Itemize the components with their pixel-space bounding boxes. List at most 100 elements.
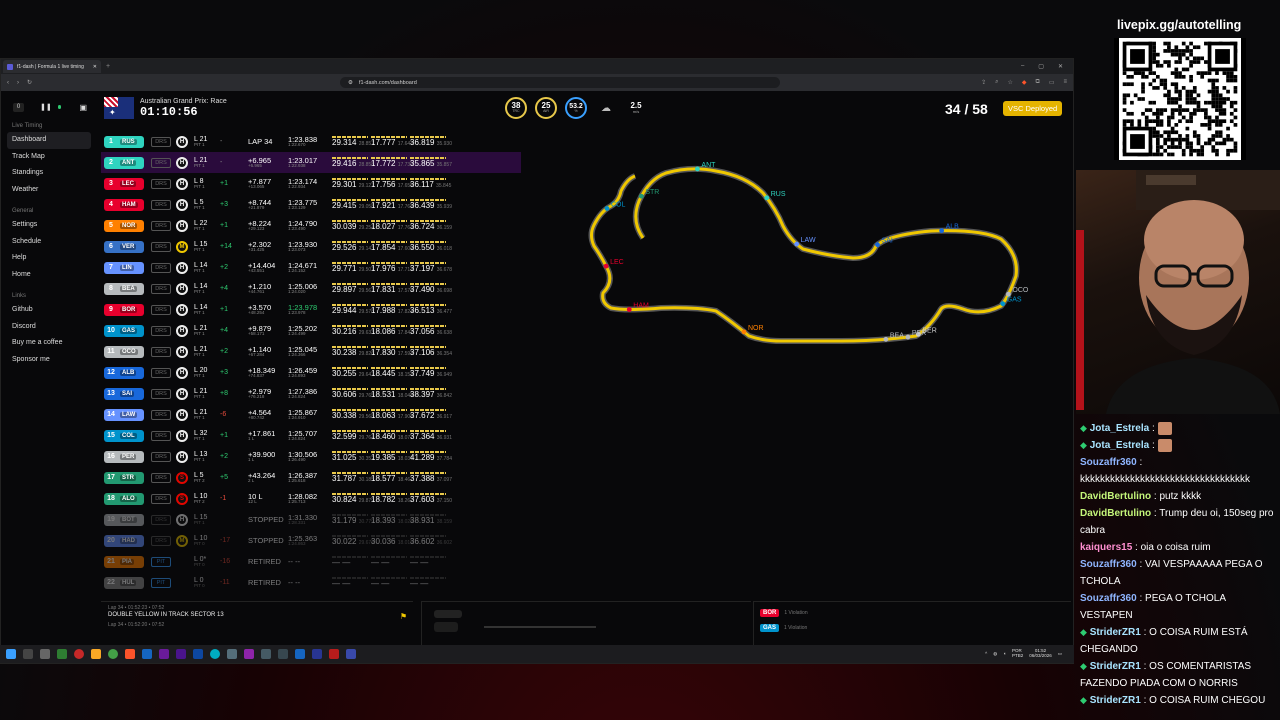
driver-code: LAW [120,411,138,418]
start-icon[interactable] [6,649,16,659]
sector-time: 18.086 17.847 [371,325,413,336]
driver-row[interactable]: 9 BOR DRS H L 14 PIT 1 +1 +3.570 +48.254 1:23.978… [101,299,521,320]
sidebar-item-track-map[interactable]: Track Map [1,149,97,166]
url-field[interactable]: ⚙ f1-dash.com/dashboard [340,77,781,88]
share-icon[interactable]: ⇪ [981,79,986,86]
sector-time: 36.117 35.845 [410,178,452,189]
folder-icon[interactable] [91,649,101,659]
sidebar-item-dashboard[interactable]: Dashboard [7,132,91,149]
driver-row[interactable]: 17 STR DRS S L 5 PIT 2 +5 +43.264 2 L 1:26.387 1:2… [101,467,521,488]
driver-row[interactable]: 1 RUS DRS H L 21 PIT 1 - LAP 34 1:23.838 1:22.670… [101,131,521,152]
positions-gained: -1 [220,495,227,502]
lightroom-icon[interactable] [193,649,203,659]
driver-row[interactable]: 8 BEA DRS H L 14 PIT 1 +4 +1.210 +44.761 1:25.006… [101,278,521,299]
task-view-icon[interactable] [40,649,50,659]
sector-time: 30.022 29.676 [332,535,374,546]
bookmark-icon[interactable]: ☆ [1008,79,1013,86]
race-title: Australian Grand Prix: Race [140,97,227,105]
sidebar-item-buy-me-a-coffee[interactable]: Buy me a coffee [1,335,97,352]
maximize-icon[interactable]: ▢ [1038,63,1044,70]
obs-icon[interactable] [74,649,84,659]
driver-row[interactable]: 22 HUL PIT L 0 PIT 0 -11 RETIRED -- -- — — — — — — [101,572,521,593]
sidebar-item-standings[interactable]: Standings [1,165,97,182]
driver-row[interactable]: 13 SAI DRS H L 21 PIT 1 +8 +2.979 +76.218 1:27.38… [101,383,521,404]
sidebar-item-help[interactable]: Help [1,250,97,267]
driver-row[interactable]: 20 HAD DRS M L 10 PIT 0 -17 STOPPED 1:25.363 1:24… [101,530,521,551]
stint-info: L 5 PIT 1 [194,198,205,210]
drs-indicator: DRS [151,493,171,504]
driver-row[interactable]: 5 NOR DRS H L 22 PIT 1 +1 +8.224 +29.123 1:24.790… [101,215,521,236]
media-encoder-icon[interactable] [176,649,186,659]
menu-icon[interactable]: ≡ [1063,79,1067,86]
audition-icon[interactable] [312,649,322,659]
tray-expand-icon[interactable]: ^ [985,651,987,657]
notification-icon[interactable]: ▭ [1058,651,1062,657]
settings-app-icon[interactable] [346,649,356,659]
premiere-icon[interactable] [159,649,169,659]
network-icon[interactable]: ◍ [993,651,997,657]
brave-icon[interactable] [125,649,135,659]
driver-row[interactable]: 7 LIN DRS H L 14 PIT 1 +2 +14.404 +43.551 1:24.67… [101,257,521,278]
driver-row[interactable]: 16 PER DRS H L 13 PIT 1 +2 +39.900 1 L 1:30.506 1:… [101,446,521,467]
stream-deck-icon[interactable] [227,649,237,659]
driver-row[interactable]: 11 OCO DRS H L 21 PIT 1 +2 +1.140 +67.284 1:25.04… [101,341,521,362]
driver-row[interactable]: 12 ALB DRS H L 20 PIT 1 +3 +18.349 +74.837 1:26.4… [101,362,521,383]
sidebar-toggle-button[interactable]: ▣ [79,103,87,112]
calculator-icon[interactable] [278,649,288,659]
close-tab-icon[interactable]: ✕ [93,64,97,70]
back-icon[interactable]: ‹ [7,80,9,86]
photoshop-icon[interactable] [142,649,152,659]
browser-tab[interactable]: f1-dash | Formula 1 live timing ✕ [3,60,101,73]
language-indicator[interactable]: POR PTB2 [1012,648,1023,659]
driver-row[interactable]: 15 COL DRS H L 32 PIT 1 +1 +17.861 1 L 1:25.707 1:… [101,425,521,446]
sidebar-item-schedule[interactable]: Schedule [1,234,97,251]
drs-indicator: DRS [151,472,171,483]
delay-input[interactable]: 0 [13,102,25,112]
sidebar-item-home[interactable]: Home [1,267,97,284]
driver-row[interactable]: 18 ALO DRS S L 10 PIT 2 -1 10 L 12 L 1:28.082 1:25… [101,488,521,509]
notepad-icon[interactable] [261,649,271,659]
sidebar-item-github[interactable]: Github [1,302,97,319]
tyre-compound-icon: H [176,366,188,379]
driver-row[interactable]: 14 LAW DRS H L 21 PIT 1 -6 +4.564 +80.742 1:25.86… [101,404,521,425]
driver-row[interactable]: 21 PIA PIT L 0* PIT 0 -16 RETIRED -- -- — — — — — … [101,551,521,572]
stint-info: L 20 PIT 1 [194,366,208,378]
site-info-icon[interactable]: ⚙ [348,80,353,86]
search-icon[interactable] [23,649,33,659]
sidebar-item-discord[interactable]: Discord [1,319,97,336]
discord-icon[interactable] [244,649,254,659]
driver-row[interactable]: 10 GAS DRS H L 21 PIT 1 +4 +9.879 +58.171 1:25.20… [101,320,521,341]
driver-row[interactable]: 4 HAM DRS H L 5 PIT 1 +3 +8.744 +21.879 1:23.775 1… [101,194,521,215]
sidebar-item-sponsor-me[interactable]: Sponsor me [1,352,97,369]
positions-gained: +1 [220,222,228,229]
position-badge: 17 STR [104,471,144,484]
close-window-icon[interactable]: ✕ [1058,63,1063,70]
play-button[interactable] [434,622,458,632]
position-badge: 6 VER [104,240,144,253]
extensions-icon[interactable]: ⧉ [1036,79,1040,86]
minimize-icon[interactable]: – [1021,63,1024,70]
sidebar-item-weather[interactable]: Weather [1,182,97,199]
zoom-icon[interactable]: ⌕ [995,79,998,86]
volume-icon[interactable]: ◖ [1003,651,1006,657]
new-tab-icon[interactable]: + [106,63,110,70]
clock[interactable]: 01:52 06/03/2026 [1029,648,1052,659]
chrome-icon[interactable] [108,649,118,659]
sidebar-item-settings[interactable]: Settings [1,217,97,234]
driver-row[interactable]: 2 ANT DRS H L 21 PIT 1 - +6.965 +6.965 1:23.017 1:… [101,152,521,173]
brave-shield-icon[interactable]: ◆ [1022,79,1027,86]
driver-row[interactable]: 3 LEC DRS H L 8 PIT 1 +1 +7.877 +13.065 1:23.174 1… [101,173,521,194]
word-icon[interactable] [295,649,305,659]
driver-row[interactable]: 6 VER DRS M L 15 PIT 1 +14 +2.302 +31.425 1:23.93… [101,236,521,257]
capcut-icon[interactable] [329,649,339,659]
app-icon[interactable] [57,649,67,659]
sidebar-toggle-icon[interactable]: ▭ [1049,79,1055,86]
edge-icon[interactable] [210,649,220,659]
audio-progress-bar[interactable] [484,626,596,628]
pause-icon[interactable]: ❚❚ [40,103,52,111]
lap-time: -- -- [288,577,301,587]
stint-info: L 10 PIT 0 [194,534,208,546]
driver-row[interactable]: 19 BOT DRS H L 15 PIT 1 STOPPED 1:31.330 1:28.33… [101,509,521,530]
forward-icon[interactable]: › [17,80,19,86]
reload-icon[interactable]: ↻ [27,79,32,86]
